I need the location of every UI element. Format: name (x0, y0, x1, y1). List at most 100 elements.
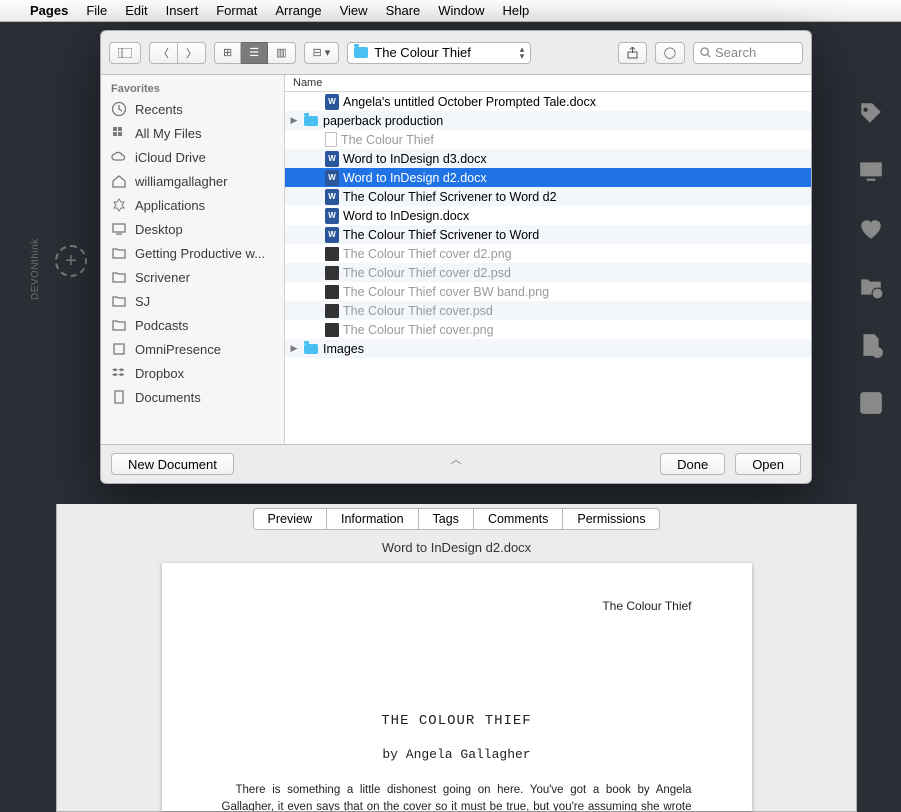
file-list: Name W Angela's untitled October Prompted… (285, 75, 811, 444)
file-row[interactable]: WThe Colour Thief Scrivener to Word d2 (285, 187, 811, 206)
menu-format[interactable]: Format (216, 3, 257, 18)
file-name: Angela's untitled October Prompted Tale.… (343, 95, 596, 109)
display-icon[interactable] (858, 158, 884, 184)
menu-share[interactable]: Share (386, 3, 421, 18)
view-columns-button[interactable]: ▥ (268, 42, 295, 64)
word-doc-icon: W (325, 208, 339, 224)
preview-tab[interactable]: Tags (419, 509, 474, 529)
file-row[interactable]: W Angela's untitled October Prompted Tale… (285, 92, 811, 111)
column-header-name[interactable]: Name (285, 75, 811, 92)
new-document-button[interactable]: New Document (111, 453, 234, 475)
finder-icon[interactable] (858, 390, 884, 416)
menu-arrange[interactable]: Arrange (275, 3, 321, 18)
sidebar-item[interactable]: SJ (101, 289, 284, 313)
dialog-toolbar: 〈 〉 ⊞ ☰ ▥ ⊟ ▾ The Colour Thief ▴▾ ◯ Sear… (101, 31, 811, 75)
sidebar-item-label: Scrivener (135, 270, 190, 285)
word-doc-icon: W (325, 170, 339, 186)
sidebar-header: Favorites (101, 79, 284, 97)
sidebar-item[interactable]: Dropbox (101, 361, 284, 385)
sidebar-item[interactable]: OmniPresence (101, 337, 284, 361)
share-button[interactable] (618, 42, 647, 64)
menu-window[interactable]: Window (438, 3, 484, 18)
sidebar-item[interactable]: Applications (101, 193, 284, 217)
expand-chevron-icon[interactable]: ︿ (451, 451, 462, 467)
menu-help[interactable]: Help (503, 3, 530, 18)
sidebar-toggle-button[interactable] (109, 42, 141, 64)
file-row[interactable]: W Word to InDesign d3.docx (285, 149, 811, 168)
preview-tab[interactable]: Comments (474, 509, 563, 529)
sidebar-item[interactable]: Podcasts (101, 313, 284, 337)
tags-button[interactable]: ◯ (655, 42, 685, 64)
nav-back-button[interactable]: 〈 (149, 42, 178, 64)
preview-tab[interactable]: Permissions (563, 509, 659, 529)
expand-triangle-icon[interactable]: ▶ (289, 343, 299, 354)
file-row[interactable]: The Colour Thief cover.png (285, 320, 811, 339)
file-name: The Colour Thief cover BW band.png (343, 285, 549, 299)
sidebar-item[interactable]: Desktop (101, 217, 284, 241)
system-menubar: Pages File Edit Insert Format Arrange Vi… (0, 0, 901, 22)
search-field[interactable]: Search (693, 42, 803, 64)
folder-clock-icon[interactable] (858, 274, 884, 300)
sidebar-item[interactable]: All My Files (101, 121, 284, 145)
app-menu[interactable]: Pages (30, 3, 68, 18)
sidebar-item[interactable]: iCloud Drive (101, 145, 284, 169)
file-row[interactable]: ▶ Images (285, 339, 811, 358)
nav-forward-button[interactable]: 〉 (178, 42, 206, 64)
file-name: Images (323, 342, 364, 356)
file-row[interactable]: The Colour Thief cover BW band.png (285, 282, 811, 301)
open-button[interactable]: Open (735, 453, 801, 475)
sidebar-item[interactable]: Recents (101, 97, 284, 121)
file-row[interactable]: The Colour Thief cover d2.png (285, 244, 811, 263)
preview-tabbar: PreviewInformationTagsCommentsPermission… (253, 508, 661, 530)
path-label: The Colour Thief (374, 45, 471, 60)
word-doc-icon: W (325, 94, 339, 110)
menu-insert[interactable]: Insert (166, 3, 199, 18)
add-placeholder-icon[interactable]: + (55, 245, 87, 277)
file-row[interactable]: The Colour Thief cover.psd (285, 301, 811, 320)
file-name: The Colour Thief cover.psd (343, 304, 493, 318)
sidebar-item[interactable]: Scrivener (101, 265, 284, 289)
heart-icon[interactable] (858, 216, 884, 242)
folder-icon (303, 341, 319, 357)
image-file-icon (325, 247, 339, 261)
file-name: Word to InDesign d2.docx (343, 171, 487, 185)
done-button[interactable]: Done (660, 453, 725, 475)
tag-icon[interactable] (858, 100, 884, 126)
file-row[interactable]: The Colour Thief (285, 130, 811, 149)
document-title: THE COLOUR THIEF (222, 713, 692, 729)
sidebar-item-label: SJ (135, 294, 150, 309)
file-row[interactable]: WWord to InDesign.docx (285, 206, 811, 225)
preview-tab[interactable]: Preview (254, 509, 327, 529)
menu-file[interactable]: File (86, 3, 107, 18)
word-doc-icon: W (325, 189, 339, 205)
file-name: Word to InDesign d3.docx (343, 152, 487, 166)
menu-view[interactable]: View (340, 3, 368, 18)
path-popup[interactable]: The Colour Thief ▴▾ (347, 42, 531, 64)
sidebar-item-label: williamgallagher (135, 174, 228, 189)
file-row[interactable]: The Colour Thief cover d2.psd (285, 263, 811, 282)
file-name: The Colour Thief cover d2.psd (343, 266, 511, 280)
sidebar-item[interactable]: Documents (101, 385, 284, 409)
generic-doc-icon (325, 132, 337, 147)
view-icons-button[interactable]: ⊞ (214, 42, 241, 64)
file-row[interactable]: WThe Colour Thief Scrivener to Word (285, 225, 811, 244)
file-row[interactable]: W Word to InDesign d2.docx (285, 168, 811, 187)
file-name: The Colour Thief (341, 133, 434, 147)
search-icon (700, 47, 711, 58)
preview-tab[interactable]: Information (327, 509, 419, 529)
file-row[interactable]: ▶paperback production (285, 111, 811, 130)
file-name: The Colour Thief cover d2.png (343, 247, 512, 261)
sidebar-item[interactable]: Getting Productive w... (101, 241, 284, 265)
sidebar-item[interactable]: williamgallagher (101, 169, 284, 193)
sidebar-item-label: Applications (135, 198, 205, 213)
view-list-button[interactable]: ☰ (241, 42, 268, 64)
preview-pane: PreviewInformationTagsCommentsPermission… (56, 504, 857, 812)
word-doc-icon: W (325, 151, 339, 167)
doc-clock-icon[interactable] (858, 332, 884, 358)
sidebar-item-label: Desktop (135, 222, 183, 237)
chevron-updown-icon: ▴▾ (520, 46, 525, 60)
expand-triangle-icon[interactable]: ▶ (289, 115, 299, 126)
sidebar-item-label: Getting Productive w... (135, 246, 265, 261)
menu-edit[interactable]: Edit (125, 3, 147, 18)
view-group-button[interactable]: ⊟ ▾ (304, 42, 340, 64)
